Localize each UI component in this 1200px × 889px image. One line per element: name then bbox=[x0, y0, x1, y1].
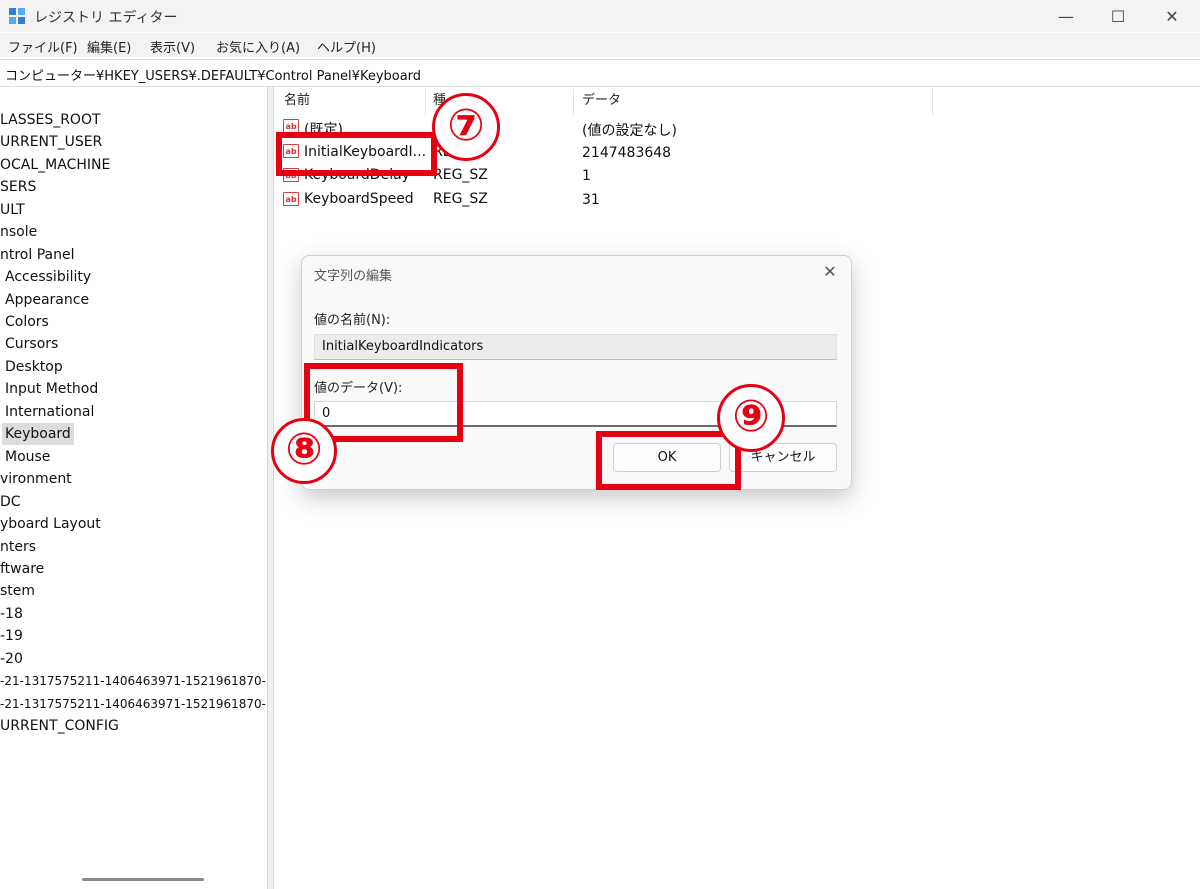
value-data: (値の設定なし) bbox=[582, 123, 677, 139]
column-separator[interactable] bbox=[932, 89, 933, 115]
tree-item[interactable]: SERS bbox=[0, 176, 36, 198]
tree-item-appearance[interactable]: Appearance bbox=[5, 289, 89, 311]
value-name[interactable]: KeyboardSpeed bbox=[304, 191, 414, 207]
tree-item[interactable]: -21-1317575211-1406463971-1521961870- bbox=[0, 670, 266, 692]
tree-item[interactable]: DC bbox=[0, 491, 21, 513]
tree-item[interactable]: -19 bbox=[0, 625, 23, 647]
tree-item-colors[interactable]: Colors bbox=[5, 311, 49, 333]
tree-item-mouse[interactable]: Mouse bbox=[5, 446, 50, 468]
title-bar: レジストリ エディター — ☐ ✕ bbox=[0, 0, 1200, 32]
tree-item[interactable]: -21-1317575211-1406463971-1521961870- bbox=[0, 693, 266, 715]
tree-item[interactable]: -18 bbox=[0, 603, 23, 625]
column-header-name[interactable]: 名前 bbox=[284, 87, 310, 117]
tree-item[interactable]: vironment bbox=[0, 468, 72, 490]
menu-file[interactable]: ファイル(F) bbox=[8, 37, 78, 56]
tree-item[interactable]: nsole bbox=[0, 221, 37, 243]
menu-help[interactable]: ヘルプ(H) bbox=[317, 37, 376, 56]
step7-number: ⑦ bbox=[432, 93, 500, 161]
menu-edit[interactable]: 編集(E) bbox=[87, 37, 131, 56]
string-value-icon: ab bbox=[283, 119, 299, 133]
menu-view[interactable]: 表示(V) bbox=[150, 37, 195, 56]
step8-number: ⑧ bbox=[271, 418, 337, 484]
minimize-button[interactable]: — bbox=[1040, 0, 1092, 32]
value-name-label: 値の名前(N): bbox=[314, 313, 391, 328]
registry-editor-icon bbox=[9, 8, 25, 24]
tree-item[interactable]: URRENT_CONFIG bbox=[0, 715, 119, 737]
tree-item-keyboard[interactable]: Keyboard bbox=[2, 423, 74, 445]
tree-item-international[interactable]: International bbox=[5, 401, 94, 423]
window-title: レジストリ エディター bbox=[34, 10, 178, 26]
tree-item[interactable]: ULT bbox=[0, 199, 25, 221]
close-button[interactable]: ✕ bbox=[1146, 0, 1198, 32]
tree-item[interactable]: LASSES_ROOT bbox=[0, 109, 101, 131]
value-type: REG_SZ bbox=[433, 191, 488, 207]
tree-item-desktop[interactable]: Desktop bbox=[5, 356, 63, 378]
tree-item-cursors[interactable]: Cursors bbox=[5, 333, 58, 355]
pane-splitter[interactable] bbox=[267, 87, 274, 889]
column-separator[interactable] bbox=[573, 89, 574, 115]
dialog-close-icon[interactable]: ✕ bbox=[819, 261, 841, 283]
address-path[interactable]: コンピューター¥HKEY_USERS¥.DEFAULT¥Control Pane… bbox=[5, 65, 421, 84]
address-bar[interactable]: コンピューター¥HKEY_USERS¥.DEFAULT¥Control Pane… bbox=[0, 59, 1200, 87]
tree-item-input-method[interactable]: Input Method bbox=[5, 378, 98, 400]
string-value-icon: ab bbox=[283, 192, 299, 206]
step9-highlight-box bbox=[596, 431, 741, 490]
tree-item[interactable]: nters bbox=[0, 536, 36, 558]
value-data: 2147483648 bbox=[582, 145, 672, 161]
value-data: 31 bbox=[582, 192, 600, 208]
tree-item[interactable]: OCAL_MACHINE bbox=[0, 154, 110, 176]
tree-item[interactable]: ntrol Panel bbox=[0, 244, 74, 266]
column-separator[interactable] bbox=[425, 89, 426, 115]
tree-item[interactable]: stem bbox=[0, 580, 35, 602]
menu-favorites[interactable]: お気に入り(A) bbox=[216, 37, 300, 56]
tree-item-accessibility[interactable]: Accessibility bbox=[5, 266, 91, 288]
step9-number: ⑨ bbox=[717, 384, 785, 452]
menu-bar: ファイル(F) 編集(E) 表示(V) お気に入り(A) ヘルプ(H) bbox=[0, 33, 1200, 57]
tree-item[interactable]: URRENT_USER bbox=[0, 131, 102, 153]
value-data: 1 bbox=[582, 168, 591, 184]
tree-item[interactable]: -20 bbox=[0, 648, 23, 670]
tree-item[interactable]: ftware bbox=[0, 558, 44, 580]
tree-horizontal-scrollbar[interactable] bbox=[82, 878, 204, 881]
key-tree-pane[interactable]: LASSES_ROOT URRENT_USER OCAL_MACHINE SER… bbox=[0, 87, 267, 889]
tree-item[interactable]: yboard Layout bbox=[0, 513, 101, 535]
value-type: REG_SZ bbox=[433, 167, 488, 183]
maximize-button[interactable]: ☐ bbox=[1092, 0, 1144, 32]
step7-highlight-box bbox=[276, 132, 437, 176]
dialog-title: 文字列の編集 bbox=[314, 269, 393, 284]
value-name-field: InitialKeyboardIndicators bbox=[314, 334, 837, 360]
column-header-data[interactable]: データ bbox=[582, 87, 621, 117]
